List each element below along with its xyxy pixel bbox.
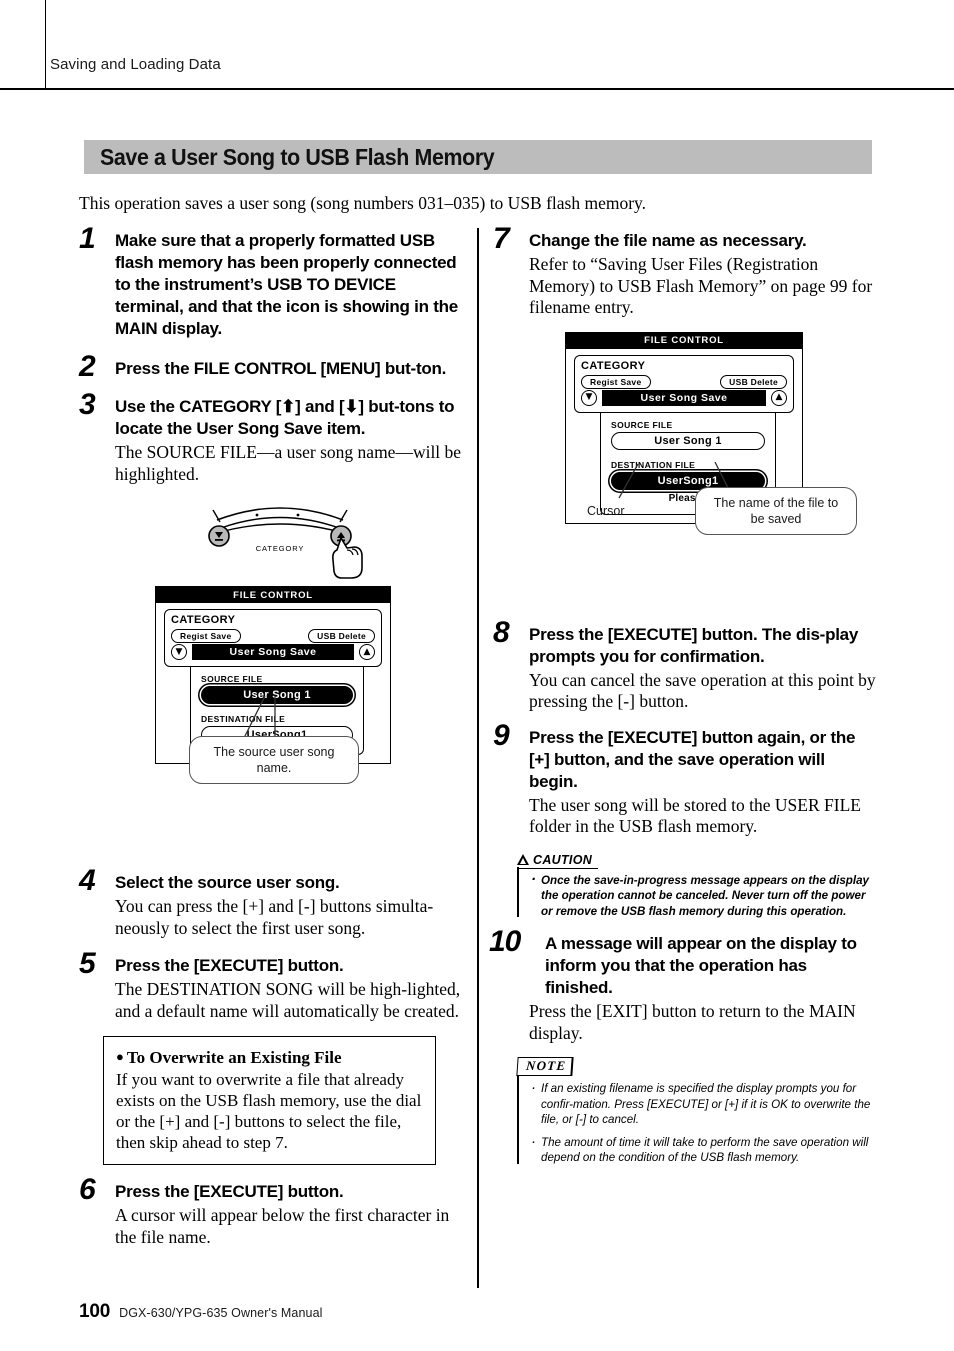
step-8: 8 Press the [EXECUTE] button. The dis-pl… xyxy=(493,617,876,713)
caution-heading: CAUTION xyxy=(517,853,599,869)
filled-circle-icon: ● xyxy=(116,1049,124,1064)
lcd-2-cursor-label: Cursor xyxy=(587,503,625,518)
step-4-body: You can press the [+] and [-] buttons si… xyxy=(115,896,434,938)
lcd-pill-regist-save-1: Regist Save xyxy=(171,629,241,643)
step-4-title: Select the source user song. xyxy=(115,873,340,892)
lcd-pill-regist-save-2: Regist Save xyxy=(581,374,651,389)
step-4-number: 4 xyxy=(79,864,96,897)
file-control-display-2: FILE CONTROL CATEGORY Regist Save USB De… xyxy=(565,331,857,535)
page-frame-left-rule xyxy=(45,0,46,89)
caution-list: Once the save-in-progress message appear… xyxy=(517,872,875,920)
category-down-button xyxy=(208,525,230,547)
column-divider xyxy=(477,228,479,1288)
overwrite-existing-file-box: ● To Overwrite an Existing File If you wa… xyxy=(103,1036,436,1165)
page-frame-top-rule xyxy=(0,88,954,90)
lcd-source-label-2: SOURCE FILE xyxy=(611,419,673,430)
step-2: 2 Press the FILE CONTROL [MENU] but-ton. xyxy=(79,352,462,382)
file-control-display-1: FILE CONTROL CATEGORY Regist Save USB De… xyxy=(155,586,391,784)
step-8-number: 8 xyxy=(493,615,510,649)
lcd-up-arrow-icon-1: ▲ xyxy=(359,644,375,660)
running-head: Saving and Loading Data xyxy=(50,56,221,73)
warning-triangle-icon xyxy=(517,853,530,865)
step-7-number: 7 xyxy=(493,222,510,255)
step-3-body: The SOURCE FILE—a user song name—will be… xyxy=(115,442,462,484)
step-8-body: You can cancel the save operation at thi… xyxy=(529,669,876,712)
lcd-category-box-1: CATEGORY Regist Save USB Delete ▼ User S… xyxy=(164,609,382,667)
step-8-title: Press the [EXECUTE] button. The dis-play… xyxy=(529,624,859,666)
note-item: The amount of time it will take to perfo… xyxy=(530,1134,875,1166)
step-10-body: Press the [EXIT] button to return to the… xyxy=(529,1001,856,1043)
footer-manual-name: DGX-630/YPG-635 Owner's Manual xyxy=(119,1306,323,1320)
step-5-body: The DESTINATION SONG will be high-lighte… xyxy=(115,979,461,1021)
caution-block: CAUTION Once the save-in-progress messag… xyxy=(517,851,875,920)
step-4: 4 Select the source user song. You can p… xyxy=(79,866,462,939)
lcd-pill-usb-delete-2: USB Delete xyxy=(720,374,787,389)
step-6: 6 Press the [EXECUTE] button. A cursor w… xyxy=(79,1175,462,1248)
step-5-number: 5 xyxy=(79,947,96,980)
step-3: 3 Use the CATEGORY [⬆] and [⬇] but-tons … xyxy=(79,390,462,485)
step-2-title: Press the FILE CONTROL [MENU] but-ton. xyxy=(115,359,447,378)
note-item: If an existing filename is specified the… xyxy=(530,1080,875,1128)
step-2-number: 2 xyxy=(79,350,96,383)
lcd-title-2: FILE CONTROL xyxy=(566,332,802,349)
section-intro: This operation saves a user song (song n… xyxy=(79,193,647,213)
caution-rule xyxy=(517,866,519,917)
step-7-title: Change the file name as necessary. xyxy=(529,231,807,250)
step-7: 7 Change the file name as necessary. Ref… xyxy=(493,224,876,319)
category-illustration-svg: CATEGORY xyxy=(208,507,363,579)
step-9-body: The user song will be stored to the USER… xyxy=(529,794,861,837)
lcd-category-label-1: CATEGORY xyxy=(171,614,236,626)
step-5: 5 Press the [EXECUTE] button. The DESTIN… xyxy=(79,949,462,1022)
footer-page-number: 100 xyxy=(79,1301,111,1322)
note-block: NOTE If an existing filename is specifie… xyxy=(516,1057,875,1166)
step-3-number: 3 xyxy=(79,388,96,421)
step-6-body: A cursor will appear below the first cha… xyxy=(115,1205,450,1247)
step-7-body: Refer to “Saving User Files (Registratio… xyxy=(529,254,873,317)
step-10-title: A message will appear on the display to … xyxy=(545,934,857,997)
lcd-category-row-1: Regist Save USB Delete xyxy=(171,629,375,643)
lcd-source-label-1: SOURCE FILE xyxy=(201,674,263,684)
overwrite-box-body: If you want to overwrite a file that alr… xyxy=(116,1070,422,1152)
lcd-down-arrow-icon-2: ▼ xyxy=(581,389,597,406)
lcd-up-arrow-icon-2: ▲ xyxy=(771,389,787,406)
note-rule xyxy=(517,1075,519,1164)
lcd-category-label-2: CATEGORY xyxy=(581,359,646,372)
left-column: 1 Make sure that a properly formatted US… xyxy=(79,224,462,1261)
step-10: 10 A message will appear on the display … xyxy=(489,927,876,1044)
lcd-category-box-2: CATEGORY Regist Save USB Delete ▼ User S… xyxy=(574,354,794,413)
page-footer: 100 DGX-630/YPG-635 Owner's Manual xyxy=(79,1301,323,1323)
lcd-selected-item-2: User Song Save xyxy=(602,389,766,406)
step-1-title: Make sure that a properly formatted USB … xyxy=(115,231,458,338)
step-9-title: Press the [EXECUTE] button again, or the… xyxy=(529,727,856,791)
note-heading: NOTE xyxy=(516,1057,574,1076)
lcd-down-arrow-icon-1: ▼ xyxy=(171,644,187,660)
lcd-title-1: FILE CONTROL xyxy=(156,587,390,603)
lcd-source-value-2: User Song 1 xyxy=(611,431,765,450)
svg-text:CATEGORY: CATEGORY xyxy=(256,544,305,553)
caution-item: Once the save-in-progress message appear… xyxy=(530,872,875,920)
step-9: 9 Press the [EXECUTE] button again, or t… xyxy=(493,720,876,838)
step-10-number: 10 xyxy=(489,925,521,958)
lcd-pill-usb-delete-1: USB Delete xyxy=(308,629,375,643)
step-6-title: Press the [EXECUTE] button. xyxy=(115,1182,344,1201)
lcd-2-callout: The name of the file to be saved xyxy=(695,486,857,535)
page-title: Save a User Song to USB Flash Memory xyxy=(100,144,495,170)
step-9-number: 9 xyxy=(493,718,510,752)
note-list: If an existing filename is specified the… xyxy=(517,1080,875,1166)
step-5-title: Press the [EXECUTE] button. xyxy=(115,956,344,975)
lcd-category-row-2: Regist Save USB Delete xyxy=(581,374,787,389)
right-column: 7 Change the file name as necessary. Ref… xyxy=(489,224,876,1180)
step-1: 1 Make sure that a properly formatted US… xyxy=(79,224,462,340)
step-6-number: 6 xyxy=(79,1173,96,1206)
step-1-number: 1 xyxy=(79,222,96,255)
step-3-title: Use the CATEGORY [⬆] and [⬇] but-tons to… xyxy=(115,397,455,438)
overwrite-box-title: ● To Overwrite an Existing File xyxy=(116,1048,342,1067)
lcd-selected-item-1: User Song Save xyxy=(192,644,354,660)
lcd-1-callout: The source user song name. xyxy=(189,736,359,784)
category-button-illustration: CATEGORY xyxy=(195,498,365,584)
